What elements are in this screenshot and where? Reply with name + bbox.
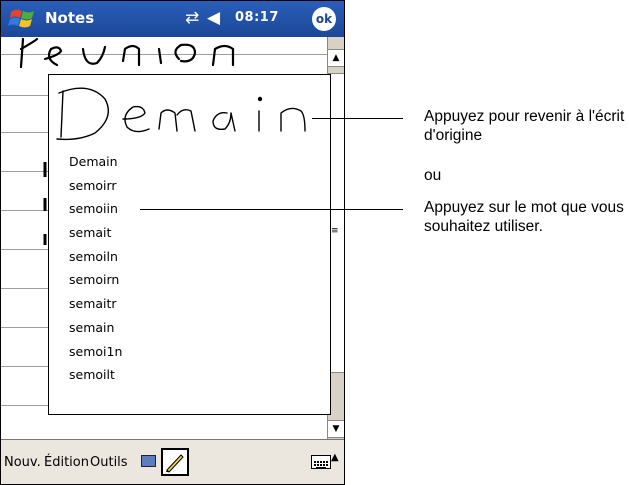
alternates-list: Demain semoirr semoiin semait semoiln se… [49, 150, 122, 387]
callout-text-or: ou [424, 167, 442, 184]
scroll-down-icon[interactable]: ▼ [328, 420, 344, 438]
menu-new[interactable]: Nouv. [4, 455, 41, 470]
pen-icon [166, 454, 184, 473]
callout-line-top [312, 118, 403, 119]
alternate-word[interactable]: semain [49, 316, 122, 340]
callout-line-bottom [140, 209, 403, 210]
alternates-popup: Demain semoirr semoiin semait semoiln se… [48, 74, 331, 415]
alternate-word[interactable]: semoirr [49, 174, 122, 198]
grip-icon: ≡ [331, 226, 339, 236]
pocket-pc-screen: Notes ⇄ ◀ 08:17 ok ▲ ≡ ▼ Demain semoirr … [0, 0, 345, 485]
callout-text-bottom: Appuyez sur le mot que vous souhaitez ut… [424, 199, 624, 235]
connectivity-icon[interactable]: ⇄ [185, 8, 199, 28]
callout-text-top: Appuyez pour revenir à l'écrit d'origine [424, 108, 625, 144]
alternate-word[interactable]: semaitr [49, 292, 122, 316]
menu-bar: Nouv. Édition Outils ▲ [1, 439, 344, 484]
alternate-word[interactable]: semoiln [49, 245, 122, 269]
ok-button[interactable]: ok [312, 7, 336, 31]
clock[interactable]: 08:17 [235, 10, 279, 25]
scroll-up-icon[interactable]: ▲ [328, 49, 344, 67]
alternate-word[interactable]: semait [49, 221, 122, 245]
recording-icon[interactable] [141, 455, 156, 467]
alternate-word[interactable]: semoilt [49, 363, 122, 387]
windows-start-icon[interactable] [7, 6, 41, 32]
alternate-word[interactable]: semoirn [49, 268, 122, 292]
alternate-word[interactable]: Demain [49, 150, 122, 174]
alternate-word[interactable]: semoiin [49, 197, 122, 221]
pen-button[interactable] [161, 448, 189, 476]
menu-tools[interactable]: Outils [90, 455, 128, 470]
menu-edit[interactable]: Édition [44, 455, 89, 470]
original-ink-preview[interactable] [49, 75, 330, 145]
title-bar: Notes ⇄ ◀ 08:17 ok [1, 1, 344, 37]
volume-icon[interactable]: ◀ [207, 8, 220, 28]
alternate-word[interactable]: semoi1n [49, 340, 122, 364]
input-selector-icon[interactable]: ▲ [331, 452, 339, 463]
app-title: Notes [45, 9, 95, 27]
keyboard-icon[interactable] [311, 455, 331, 469]
